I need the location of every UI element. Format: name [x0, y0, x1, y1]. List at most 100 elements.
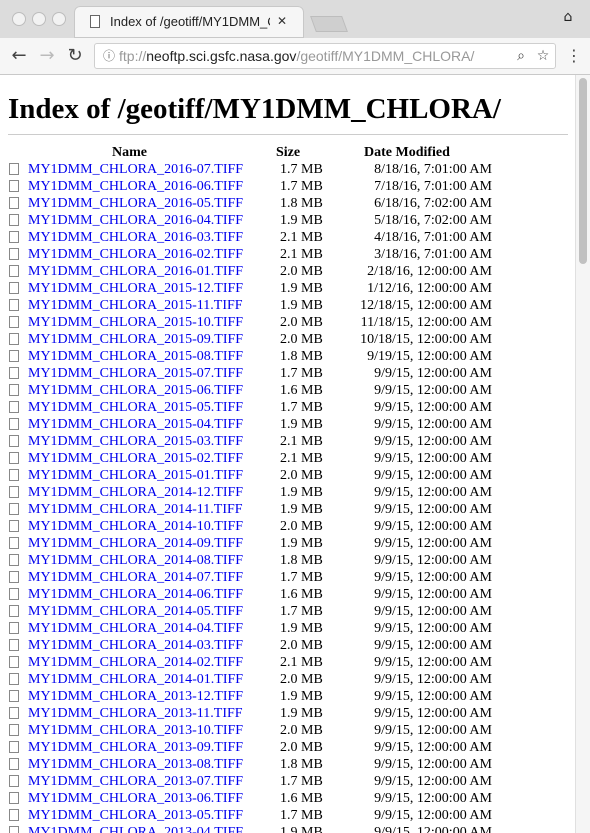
file-size: 1.7 MB	[280, 774, 323, 789]
file-date: 9/9/15, 12:00:00 AM	[374, 791, 492, 806]
table-row: MY1DMM_CHLORA_2016-05.TIFF 1.8 MB 6/18/16,…	[0, 195, 575, 212]
file-size: 1.6 MB	[280, 587, 323, 602]
file-link[interactable]: MY1DMM_CHLORA_2014-04.TIFF	[28, 620, 243, 637]
file-size: 1.6 MB	[280, 383, 323, 398]
file-date: 9/9/15, 12:00:00 AM	[374, 638, 492, 653]
file-link[interactable]: MY1DMM_CHLORA_2014-12.TIFF	[28, 484, 243, 501]
address-bar[interactable]: ⓘ ftp://neoftp.sci.gsfc.nasa.gov/geotiff…	[94, 43, 556, 69]
file-size: 1.7 MB	[280, 570, 323, 585]
file-icon	[9, 316, 19, 328]
new-tab-button[interactable]	[310, 16, 348, 32]
info-icon[interactable]: ⓘ	[101, 48, 117, 64]
close-icon[interactable]: ✕	[274, 13, 290, 29]
column-header-size[interactable]: Size	[276, 145, 300, 161]
table-row: MY1DMM_CHLORA_2013-04.TIFF 1.9 MB 9/9/15, …	[0, 824, 575, 833]
file-link[interactable]: MY1DMM_CHLORA_2015-08.TIFF	[28, 348, 243, 365]
file-link[interactable]: MY1DMM_CHLORA_2013-08.TIFF	[28, 756, 243, 773]
table-row: MY1DMM_CHLORA_2015-05.TIFF 1.7 MB 9/9/15, …	[0, 399, 575, 416]
file-link[interactable]: MY1DMM_CHLORA_2015-06.TIFF	[28, 382, 243, 399]
file-link[interactable]: MY1DMM_CHLORA_2014-06.TIFF	[28, 586, 243, 603]
table-row: MY1DMM_CHLORA_2016-06.TIFF 1.7 MB 7/18/16,…	[0, 178, 575, 195]
file-icon	[9, 809, 19, 821]
table-row: MY1DMM_CHLORA_2016-07.TIFF 1.7 MB 8/18/16,…	[0, 161, 575, 178]
file-link[interactable]: MY1DMM_CHLORA_2014-08.TIFF	[28, 552, 243, 569]
vertical-scrollbar[interactable]	[575, 75, 590, 833]
file-link[interactable]: MY1DMM_CHLORA_2015-09.TIFF	[28, 331, 243, 348]
file-link[interactable]: MY1DMM_CHLORA_2016-06.TIFF	[28, 178, 243, 195]
file-date: 9/9/15, 12:00:00 AM	[374, 383, 492, 398]
file-icon	[9, 554, 19, 566]
document-icon	[90, 15, 100, 28]
file-link[interactable]: MY1DMM_CHLORA_2014-03.TIFF	[28, 637, 243, 654]
file-link[interactable]: MY1DMM_CHLORA_2016-04.TIFF	[28, 212, 243, 229]
forward-arrow-icon[interactable]: →	[36, 45, 58, 67]
file-link[interactable]: MY1DMM_CHLORA_2014-09.TIFF	[28, 535, 243, 552]
file-date: 9/9/15, 12:00:00 AM	[374, 553, 492, 568]
file-date: 9/9/15, 12:00:00 AM	[374, 604, 492, 619]
file-link[interactable]: MY1DMM_CHLORA_2016-07.TIFF	[28, 161, 243, 178]
table-row: MY1DMM_CHLORA_2013-08.TIFF 1.8 MB 9/9/15, …	[0, 756, 575, 773]
file-link[interactable]: MY1DMM_CHLORA_2015-11.TIFF	[28, 297, 243, 314]
file-link[interactable]: MY1DMM_CHLORA_2016-05.TIFF	[28, 195, 243, 212]
file-link[interactable]: MY1DMM_CHLORA_2014-05.TIFF	[28, 603, 243, 620]
file-size: 2.0 MB	[280, 315, 323, 330]
file-link[interactable]: MY1DMM_CHLORA_2014-02.TIFF	[28, 654, 243, 671]
file-date: 9/9/15, 12:00:00 AM	[374, 366, 492, 381]
file-link[interactable]: MY1DMM_CHLORA_2013-05.TIFF	[28, 807, 243, 824]
back-arrow-icon[interactable]: ←	[8, 45, 30, 67]
table-row: MY1DMM_CHLORA_2015-11.TIFF 1.9 MB 12/18/15…	[0, 297, 575, 314]
file-icon	[9, 826, 19, 833]
file-link[interactable]: MY1DMM_CHLORA_2014-07.TIFF	[28, 569, 243, 586]
file-link[interactable]: MY1DMM_CHLORA_2015-03.TIFF	[28, 433, 243, 450]
file-link[interactable]: MY1DMM_CHLORA_2013-11.TIFF	[28, 705, 243, 722]
url-text[interactable]: ftp://neoftp.sci.gsfc.nasa.gov/geotiff/M…	[119, 47, 499, 65]
file-link[interactable]: MY1DMM_CHLORA_2013-12.TIFF	[28, 688, 243, 705]
file-link[interactable]: MY1DMM_CHLORA_2014-01.TIFF	[28, 671, 243, 688]
star-icon[interactable]: ☆	[533, 46, 553, 66]
url-path: /geotiff/MY1DMM_CHLORA/	[296, 48, 475, 64]
column-header-date[interactable]: Date Modified	[364, 145, 450, 161]
file-date: 3/18/16, 7:01:00 AM	[374, 247, 492, 262]
file-link[interactable]: MY1DMM_CHLORA_2013-09.TIFF	[28, 739, 243, 756]
file-link[interactable]: MY1DMM_CHLORA_2016-02.TIFF	[28, 246, 243, 263]
incognito-icon: ⌂	[563, 9, 573, 25]
file-link[interactable]: MY1DMM_CHLORA_2014-11.TIFF	[28, 501, 243, 518]
file-link[interactable]: MY1DMM_CHLORA_2015-02.TIFF	[28, 450, 243, 467]
file-icon	[9, 588, 19, 600]
close-window-button[interactable]	[12, 12, 26, 26]
file-date: 9/9/15, 12:00:00 AM	[374, 774, 492, 789]
file-link[interactable]: MY1DMM_CHLORA_2015-05.TIFF	[28, 399, 243, 416]
file-link[interactable]: MY1DMM_CHLORA_2016-03.TIFF	[28, 229, 243, 246]
table-row: MY1DMM_CHLORA_2016-02.TIFF 2.1 MB 3/18/16,…	[0, 246, 575, 263]
file-size: 1.9 MB	[280, 485, 323, 500]
column-header-name[interactable]: Name	[112, 145, 147, 161]
divider	[8, 134, 568, 135]
file-icon	[9, 741, 19, 753]
kebab-menu-icon[interactable]: ⋮	[566, 46, 582, 66]
file-link[interactable]: MY1DMM_CHLORA_2014-10.TIFF	[28, 518, 243, 535]
scrollbar-thumb[interactable]	[579, 78, 587, 264]
table-row: MY1DMM_CHLORA_2013-12.TIFF 1.9 MB 9/9/15, …	[0, 688, 575, 705]
minimize-window-button[interactable]	[32, 12, 46, 26]
file-link[interactable]: MY1DMM_CHLORA_2015-10.TIFF	[28, 314, 243, 331]
reload-icon[interactable]: ↻	[64, 45, 86, 67]
table-row: MY1DMM_CHLORA_2014-11.TIFF 1.9 MB 9/9/15, …	[0, 501, 575, 518]
file-link[interactable]: MY1DMM_CHLORA_2015-04.TIFF	[28, 416, 243, 433]
file-link[interactable]: MY1DMM_CHLORA_2013-10.TIFF	[28, 722, 243, 739]
file-link[interactable]: MY1DMM_CHLORA_2013-06.TIFF	[28, 790, 243, 807]
file-date: 9/9/15, 12:00:00 AM	[374, 434, 492, 449]
browser-tab[interactable]: Index of /geotiff/MY1DMM_CH ✕	[74, 6, 304, 38]
file-link[interactable]: MY1DMM_CHLORA_2015-12.TIFF	[28, 280, 243, 297]
file-link[interactable]: MY1DMM_CHLORA_2015-07.TIFF	[28, 365, 243, 382]
file-icon	[9, 469, 19, 481]
file-link[interactable]: MY1DMM_CHLORA_2013-07.TIFF	[28, 773, 243, 790]
zoom-window-button[interactable]	[52, 12, 66, 26]
file-size: 1.6 MB	[280, 791, 323, 806]
file-link[interactable]: MY1DMM_CHLORA_2013-04.TIFF	[28, 824, 243, 833]
file-link[interactable]: MY1DMM_CHLORA_2015-01.TIFF	[28, 467, 243, 484]
file-date: 10/18/15, 12:00:00 AM	[360, 332, 492, 347]
file-date: 4/18/16, 7:01:00 AM	[374, 230, 492, 245]
zoom-icon[interactable]: ⌕	[511, 46, 531, 66]
file-icon	[9, 707, 19, 719]
file-link[interactable]: MY1DMM_CHLORA_2016-01.TIFF	[28, 263, 243, 280]
